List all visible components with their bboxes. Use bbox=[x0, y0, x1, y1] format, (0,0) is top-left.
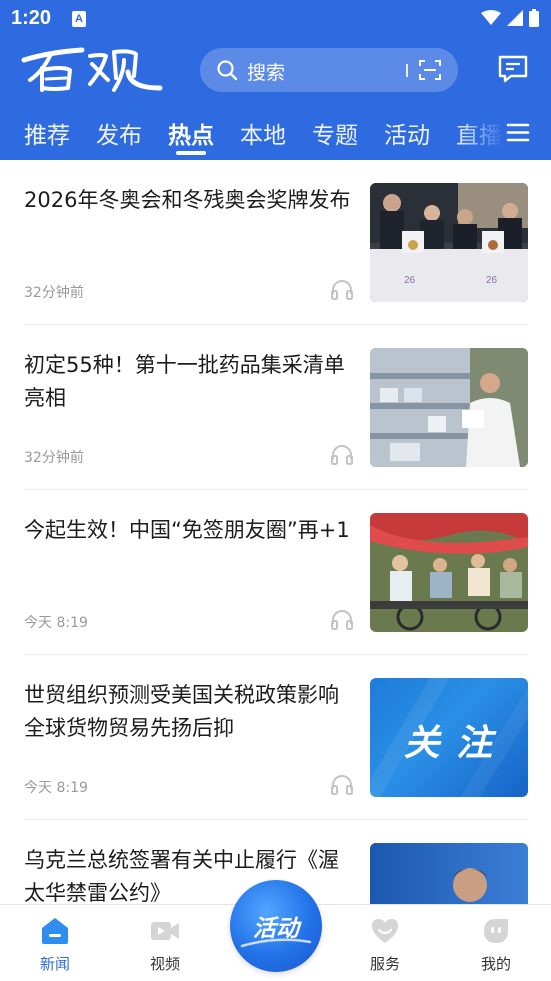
svg-text:26: 26 bbox=[404, 275, 416, 286]
status-icons bbox=[481, 8, 539, 28]
channel-menu-icon[interactable] bbox=[506, 122, 530, 143]
tab-recommend[interactable]: 推荐 bbox=[24, 116, 70, 150]
headphones-icon[interactable] bbox=[330, 443, 354, 465]
banner-text: 关 注 bbox=[403, 723, 495, 764]
news-title: 今起生效！中国“免签朋友圈”再+1 bbox=[24, 518, 350, 542]
news-time: 32分钟前 bbox=[24, 285, 84, 301]
events-center-button[interactable]: 活动 bbox=[230, 880, 322, 972]
tab-topics[interactable]: 专题 bbox=[312, 116, 358, 150]
news-time: 今天 8:19 bbox=[24, 615, 88, 631]
nav-tab-label: 我的 bbox=[480, 955, 511, 973]
bottom-navigation: 新闻 视频 活动 服务 我的 bbox=[0, 880, 551, 981]
tab-hot[interactable]: 热点 bbox=[168, 116, 214, 150]
search-bar[interactable]: 搜索 bbox=[200, 48, 458, 92]
channel-tabs: 推荐 发布 热点 本地 专题 活动 直播 bbox=[0, 104, 551, 160]
nav-tab-video[interactable]: 视频 bbox=[125, 905, 205, 981]
video-icon bbox=[151, 922, 179, 940]
portrait-photo bbox=[370, 843, 528, 904]
headphones-icon[interactable] bbox=[330, 773, 354, 795]
tab-publish[interactable]: 发布 bbox=[96, 116, 142, 150]
notification-a-icon: A bbox=[72, 11, 86, 27]
news-title: 世贸组织预测受美国关税政策影响全球货物贸易先扬后抑 bbox=[24, 683, 339, 740]
profile-icon bbox=[484, 919, 508, 943]
app-header: 1:20 A 搜索 推荐 发布 热点 本地 专题 活动 bbox=[0, 0, 551, 160]
nav-tab-news[interactable]: 新闻 bbox=[15, 905, 95, 981]
svg-text:26: 26 bbox=[486, 275, 498, 286]
top-bar: 搜索 bbox=[0, 38, 551, 104]
news-title: 2026年冬奥会和冬残奥会奖牌发布 bbox=[24, 188, 351, 212]
scan-icon[interactable] bbox=[418, 59, 442, 81]
headphones-icon[interactable] bbox=[330, 608, 354, 630]
nav-tab-label: 视频 bbox=[149, 955, 180, 973]
attention-banner: 关 注 bbox=[370, 678, 528, 797]
baiguan-logo[interactable] bbox=[20, 42, 165, 98]
news-item[interactable]: 2026年冬奥会和冬残奥会奖牌发布 32分钟前 26 26 bbox=[24, 160, 528, 325]
headphones-icon[interactable] bbox=[330, 278, 354, 300]
active-tab-indicator bbox=[176, 151, 206, 155]
cell-signal-icon bbox=[507, 10, 523, 26]
status-time: 1:20 bbox=[11, 7, 52, 29]
battery-icon bbox=[529, 9, 539, 27]
search-divider bbox=[406, 64, 408, 77]
search-placeholder: 搜索 bbox=[247, 62, 286, 84]
message-icon[interactable] bbox=[497, 54, 529, 84]
wifi-icon bbox=[481, 10, 501, 25]
news-time: 32分钟前 bbox=[24, 450, 84, 466]
tab-local[interactable]: 本地 bbox=[240, 116, 286, 150]
nav-tab-label: 服务 bbox=[369, 955, 400, 973]
channel-fade bbox=[456, 104, 551, 160]
heart-service-icon bbox=[372, 919, 398, 943]
news-icon bbox=[42, 918, 68, 944]
news-title: 初定55种！第十一批药品集采清单亮相 bbox=[24, 353, 345, 410]
nav-tab-label: 新闻 bbox=[39, 955, 70, 973]
status-bar: 1:20 A bbox=[0, 0, 551, 38]
rickshaw-tourists-photo bbox=[370, 513, 528, 632]
medal-ceremony-photo: 26 26 bbox=[370, 183, 528, 302]
news-feed[interactable]: 2026年冬奥会和冬残奥会奖牌发布 32分钟前 26 26 初定55种！第十一批… bbox=[0, 160, 551, 904]
nav-tab-services[interactable]: 服务 bbox=[345, 905, 425, 981]
news-time: 今天 8:19 bbox=[24, 780, 88, 796]
news-item[interactable]: 今起生效！中国“免签朋友圈”再+1 今天 8:19 bbox=[24, 490, 528, 655]
swoosh-decoration bbox=[240, 938, 312, 948]
search-icon bbox=[217, 60, 238, 81]
news-item[interactable]: 世贸组织预测受美国关税政策影响全球货物贸易先扬后抑 今天 8:19 关 注 bbox=[24, 655, 528, 820]
news-item[interactable]: 初定55种！第十一批药品集采清单亮相 32分钟前 bbox=[24, 325, 528, 490]
pharmacy-photo bbox=[370, 348, 528, 467]
tab-events[interactable]: 活动 bbox=[384, 116, 430, 150]
nav-tab-profile[interactable]: 我的 bbox=[456, 905, 536, 981]
